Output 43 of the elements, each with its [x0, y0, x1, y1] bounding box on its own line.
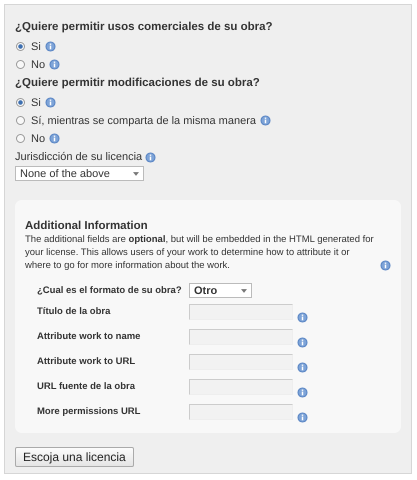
- input-field[interactable]: [189, 329, 293, 345]
- jurisdiction-label: Jurisdicción de su licencia: [15, 151, 142, 163]
- info-icon[interactable]: [49, 133, 60, 144]
- input-field[interactable]: [189, 354, 293, 370]
- submit-button[interactable]: Escoja una licencia: [15, 447, 134, 467]
- description-text: The additional fields are optional, but will be embedded in the HTML generated for your license. This allows users of your work to determine how to attribute it or where to go for more information about the work.: [25, 233, 375, 272]
- field-label: Attribute work to name: [37, 330, 142, 342]
- question-title: ¿Quiere permitir modificaciones de su obra?: [15, 77, 261, 89]
- caret-icon: [241, 288, 247, 292]
- option-label: Sí, mientras se comparta de la misma manera: [31, 114, 256, 126]
- jurisdiction-select[interactable]: None of the above: [15, 166, 144, 181]
- option-label: Si: [31, 40, 41, 52]
- info-icon[interactable]: [44, 97, 56, 108]
- field-label: URL fuente de la obra: [37, 380, 136, 392]
- info-icon[interactable]: [297, 362, 308, 373]
- radio-button[interactable]: [16, 60, 25, 69]
- info-icon[interactable]: [260, 115, 271, 126]
- field-label: More permissions URL: [37, 405, 142, 417]
- info-icon[interactable]: [380, 260, 391, 271]
- field-label: Título de la obra: [37, 305, 112, 317]
- caret-icon: [133, 172, 139, 176]
- option-label: Si: [31, 96, 41, 108]
- field-label: ¿Cual es el formato de su obra?: [37, 284, 183, 296]
- field-label: Attribute work to URL: [37, 355, 136, 367]
- question-title: ¿Quiere permitir usos comerciales de su obra?: [15, 21, 274, 33]
- input-field[interactable]: [189, 304, 293, 320]
- section-title: Additional Information: [25, 220, 149, 232]
- info-icon[interactable]: [49, 59, 60, 70]
- info-icon[interactable]: [297, 337, 308, 348]
- input-field[interactable]: [189, 379, 293, 395]
- radio-button[interactable]: [16, 134, 25, 143]
- info-icon[interactable]: [297, 312, 308, 323]
- format-select[interactable]: Otro: [189, 283, 252, 298]
- option-label: No: [31, 132, 46, 144]
- info-icon[interactable]: [44, 41, 56, 52]
- radio-button[interactable]: [16, 98, 25, 107]
- radio-button[interactable]: [16, 42, 25, 51]
- input-field[interactable]: [189, 404, 293, 420]
- info-icon[interactable]: [297, 387, 308, 398]
- option-label: No: [31, 58, 46, 70]
- info-icon[interactable]: [145, 152, 156, 162]
- radio-button[interactable]: [16, 116, 25, 125]
- info-icon[interactable]: [297, 412, 308, 423]
